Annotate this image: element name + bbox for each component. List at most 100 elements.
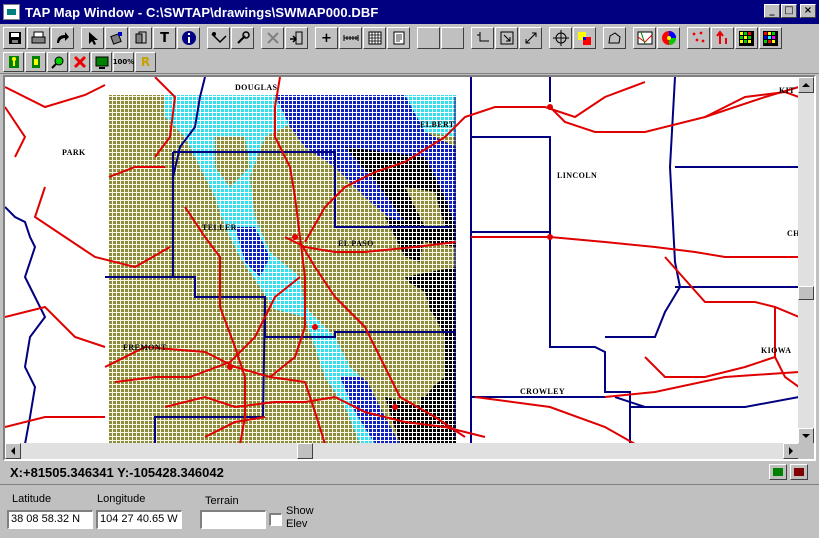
delete-button[interactable] — [261, 27, 284, 49]
latitude-field[interactable]: 38 08 58.32 N — [7, 510, 93, 529]
raster-dark-button[interactable] — [735, 27, 758, 49]
zoom-100-button[interactable]: 100% — [113, 52, 134, 72]
horizontal-scrollbar[interactable] — [5, 443, 799, 459]
measure-icon — [210, 32, 227, 44]
vectors-button[interactable] — [711, 27, 734, 49]
r-label: R — [140, 55, 151, 69]
door-green-button[interactable] — [25, 52, 46, 72]
map-view-button[interactable] — [769, 464, 787, 480]
arrow-down-icon — [802, 434, 810, 438]
vertical-scrollbar[interactable] — [798, 77, 814, 444]
info-button[interactable] — [177, 27, 200, 49]
status-bar: X:+81505.346341 Y:-105428.346042 — [0, 462, 819, 482]
raster-color-icon — [763, 30, 778, 46]
coordinates-readout: X:+81505.346341 Y:-105428.346042 — [10, 465, 224, 480]
position-panel: Latitude 38 08 58.32 N Longitude 104 27 … — [0, 484, 819, 538]
county-label-crowley: CROWLEY — [520, 387, 566, 396]
blank-button-2[interactable] — [441, 27, 464, 49]
scroll-right-button[interactable] — [783, 443, 799, 459]
county-label-kit: KIT — [779, 86, 795, 95]
maximize-button[interactable]: □ — [781, 4, 797, 18]
redraw-button[interactable]: R — [135, 52, 156, 72]
export-view-icon — [794, 468, 804, 476]
ruler-button[interactable] — [339, 27, 362, 49]
person-green-button[interactable] — [3, 52, 24, 72]
zoom-in-button[interactable]: + — [315, 27, 338, 49]
color-wheel-button[interactable] — [657, 27, 680, 49]
map-frame: DOUGLAS ELBERT PARK LINCOLN KIT CH KIOWA… — [3, 75, 816, 461]
grid-button[interactable] — [363, 27, 386, 49]
blank-button-1[interactable] — [417, 27, 440, 49]
redo-button[interactable] — [51, 27, 74, 49]
county-label-el-paso: EL PASO — [338, 239, 374, 248]
app-icon[interactable] — [3, 4, 20, 20]
crosshair-icon — [552, 30, 569, 46]
select-pointer-button[interactable] — [81, 27, 104, 49]
zoom-window-icon — [500, 31, 513, 45]
shape-button[interactable] — [603, 27, 626, 49]
map-layer-button[interactable] — [633, 27, 656, 49]
monitor-icon — [95, 56, 108, 69]
save-button[interactable] — [3, 27, 26, 49]
points-button[interactable] — [687, 27, 710, 49]
document-button[interactable] — [387, 27, 410, 49]
delete-x-icon — [266, 32, 279, 44]
grid-icon — [368, 31, 381, 45]
zoom-window-button[interactable] — [495, 27, 518, 49]
show-elev-checkbox[interactable] — [269, 513, 282, 526]
axis-button[interactable] — [471, 27, 494, 49]
longitude-field[interactable]: 104 27 40.65 W — [96, 510, 182, 529]
search-button[interactable] — [47, 52, 68, 72]
import-button[interactable] — [285, 27, 308, 49]
floppy-icon — [8, 32, 21, 44]
scroll-left-button[interactable] — [5, 443, 21, 459]
layers-icon — [135, 31, 146, 44]
county-label-douglas: DOUGLAS — [235, 83, 278, 92]
minimize-button[interactable]: _ — [764, 4, 780, 18]
layer-tool-button[interactable] — [129, 27, 152, 49]
polygon-icon — [608, 32, 621, 44]
zoom-extents-button[interactable] — [519, 27, 542, 49]
paint-bucket-icon — [110, 32, 122, 45]
raster-color-button[interactable] — [759, 27, 782, 49]
window-title: TAP Map Window - C:\SWTAP\drawings\SWMAP… — [25, 4, 379, 20]
overlay-icon — [578, 31, 591, 45]
fill-tool-button[interactable] — [105, 27, 128, 49]
print-button[interactable] — [27, 27, 50, 49]
clear-button[interactable] — [69, 52, 90, 72]
arrows-up-icon — [715, 30, 727, 44]
text-tool-button[interactable]: T — [153, 27, 176, 49]
raster-grid-icon — [739, 30, 754, 46]
scroll-corner — [798, 443, 814, 459]
secondary-toolbar: 100% R — [0, 51, 819, 74]
vertical-scroll-thumb[interactable] — [798, 286, 814, 300]
map-canvas[interactable]: DOUGLAS ELBERT PARK LINCOLN KIT CH KIOWA… — [5, 77, 800, 445]
measure-tool-button[interactable] — [207, 27, 230, 49]
overlay-button[interactable] — [573, 27, 596, 49]
scroll-up-button[interactable] — [798, 77, 814, 93]
pan-button[interactable] — [549, 27, 572, 49]
scroll-down-button[interactable] — [798, 428, 814, 444]
horizontal-scroll-thumb[interactable] — [297, 443, 313, 459]
document-icon — [393, 31, 404, 45]
color-wheel-icon — [661, 31, 676, 45]
scatter-points-icon — [691, 31, 705, 43]
county-label-kiowa: KIOWA — [761, 346, 792, 355]
county-label-elbert: ELBERT — [420, 120, 455, 129]
close-button[interactable]: × — [800, 4, 816, 18]
show-elev-label-line1: Show — [286, 505, 314, 517]
diagonal-arrows-icon — [525, 32, 536, 44]
magnifier-icon — [50, 56, 63, 69]
screen-button[interactable] — [91, 52, 112, 72]
arrow-left-icon — [11, 447, 15, 455]
longitude-label: Longitude — [97, 493, 146, 505]
pointer-arrow-icon — [88, 31, 98, 45]
import-icon — [290, 31, 303, 44]
door-icon — [31, 56, 40, 68]
export-view-button[interactable] — [790, 464, 808, 480]
terrain-label: Terrain — [205, 495, 239, 507]
county-label-teller: TELLER — [202, 223, 237, 232]
map-svg — [5, 77, 800, 445]
wrench-button[interactable] — [231, 27, 254, 49]
terrain-field[interactable] — [200, 510, 266, 529]
